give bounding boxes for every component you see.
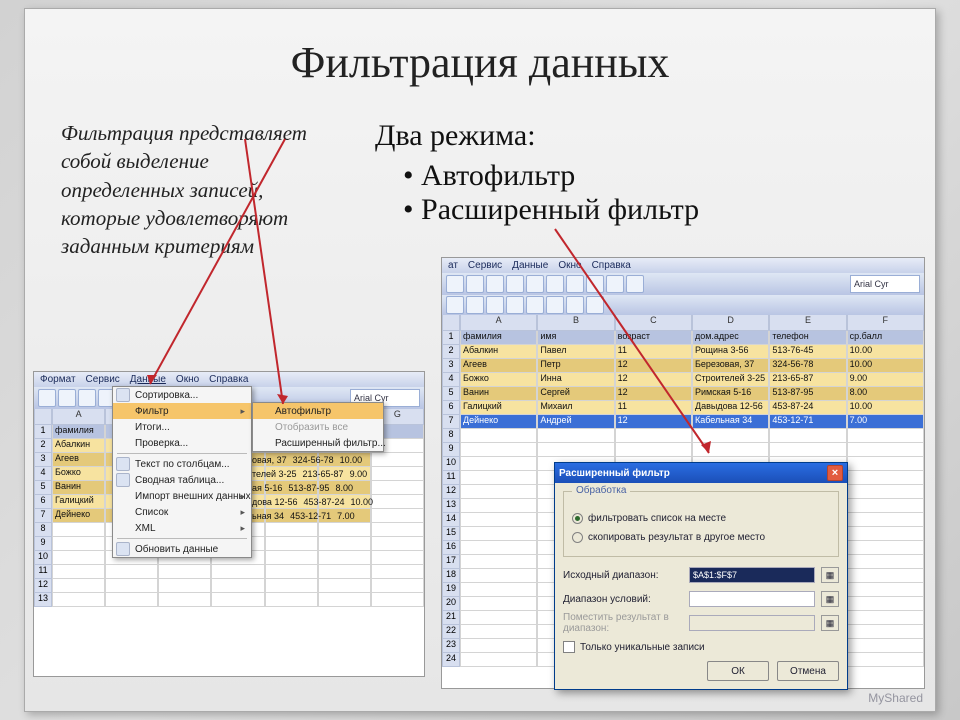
callout-arrows	[25, 9, 937, 713]
watermark: MyShared	[868, 691, 923, 705]
slide: Фильтрация данных Фильтрация представляе…	[24, 8, 936, 712]
